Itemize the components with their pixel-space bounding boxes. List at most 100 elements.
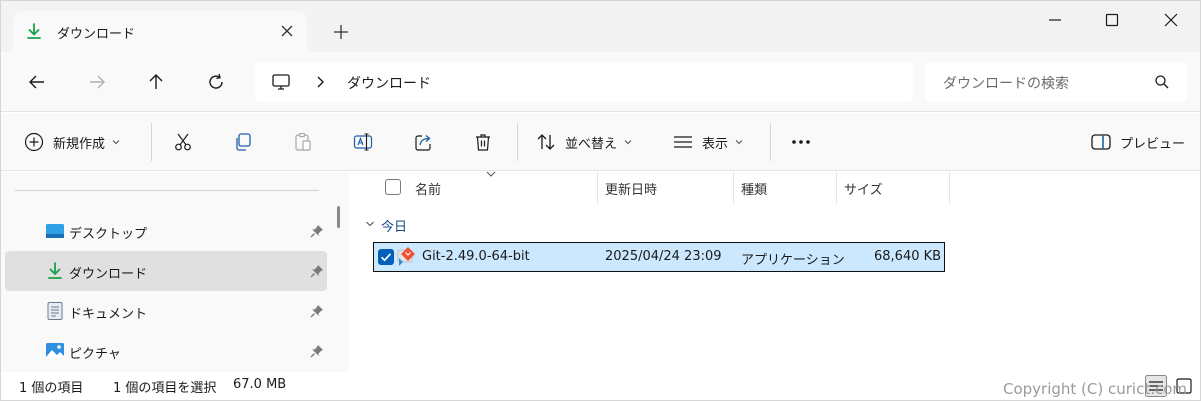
- search-input[interactable]: ダウンロードの検索: [943, 73, 1069, 93]
- divider: [15, 190, 319, 191]
- title-bar: ダウンロード: [1, 1, 1200, 53]
- divider: [770, 123, 771, 161]
- select-all-checkbox[interactable]: [385, 179, 401, 195]
- status-bar: 1 個の項目 1 個の項目を選択 67.0 MB Copyright (C) c…: [1, 372, 1200, 400]
- sort-button[interactable]: 並べ替え: [535, 130, 633, 154]
- up-arrow-icon[interactable]: [144, 70, 168, 94]
- new-label: 新規作成: [53, 136, 106, 152]
- chevron-down-icon: [624, 140, 632, 145]
- file-type: アプリケーション: [741, 253, 845, 268]
- paste-button[interactable]: [292, 130, 314, 154]
- address-row: ダウンロード ダウンロードの検索: [1, 52, 1200, 112]
- tab-title: ダウンロード: [57, 27, 136, 42]
- column-header-type[interactable]: 種類: [741, 179, 767, 198]
- preview-pane-icon: [1091, 134, 1111, 150]
- sort-icon: [537, 134, 555, 150]
- column-divider[interactable]: [836, 172, 837, 204]
- checkmark-icon: [380, 253, 392, 262]
- delete-button[interactable]: [472, 130, 494, 154]
- rename-button[interactable]: [352, 130, 374, 154]
- navigation-pane: デスクトップ ダウンロード ドキュメント ピクチャ: [1, 172, 349, 372]
- column-header-modified[interactable]: 更新日時: [605, 179, 657, 198]
- file-size: 68,640 KB: [874, 249, 942, 264]
- more-icon: [792, 140, 810, 144]
- paste-icon: [295, 132, 311, 151]
- command-bar: 新規作成 並べ替え 表示 プレビュー: [1, 113, 1200, 171]
- tab-downloads[interactable]: ダウンロード: [13, 11, 307, 53]
- file-explorer-window: ダウンロード ダウンロード ダウンロードの検索 新規作成 並べ替え 表示 プレビ…: [0, 0, 1201, 401]
- pin-icon[interactable]: [309, 303, 325, 319]
- desktop-icon: [46, 224, 64, 238]
- group-collapse-icon[interactable]: [365, 220, 375, 228]
- sidebar-item-downloads[interactable]: ダウンロード: [5, 251, 327, 291]
- pin-icon[interactable]: [309, 263, 325, 279]
- file-modified: 2025/04/24 23:09: [605, 249, 722, 264]
- column-divider[interactable]: [733, 172, 734, 204]
- copy-button[interactable]: [232, 130, 254, 154]
- download-icon: [27, 23, 41, 39]
- trash-icon: [476, 134, 490, 151]
- git-installer-icon: [397, 247, 415, 266]
- scrollbar-thumb[interactable]: [337, 206, 340, 228]
- sort-label: 並べ替え: [565, 136, 618, 152]
- share-button[interactable]: [412, 130, 434, 154]
- pictures-icon: [46, 343, 64, 359]
- column-header-name[interactable]: 名前: [415, 179, 441, 198]
- maximize-icon[interactable]: [1102, 10, 1122, 30]
- selection-size: 67.0 MB: [233, 377, 287, 392]
- sidebar-item-documents[interactable]: ドキュメント: [5, 291, 327, 331]
- address-bar[interactable]: ダウンロード: [255, 62, 913, 102]
- scissors-icon: [175, 133, 191, 151]
- plus-circle-icon: [24, 132, 44, 152]
- column-divider[interactable]: [597, 172, 598, 204]
- breadcrumb-downloads[interactable]: ダウンロード: [347, 73, 431, 93]
- minimize-icon[interactable]: [1045, 10, 1065, 30]
- forward-arrow-icon[interactable]: [85, 70, 109, 94]
- preview-button[interactable]: プレビュー: [1090, 130, 1185, 154]
- chevron-down-icon: [735, 140, 743, 145]
- column-divider[interactable]: [949, 172, 950, 204]
- row-checkbox[interactable]: [378, 249, 394, 265]
- back-arrow-icon[interactable]: [25, 70, 49, 94]
- download-icon: [48, 262, 62, 279]
- column-header-size[interactable]: サイズ: [844, 179, 883, 198]
- table-row[interactable]: Git-2.49.0-64-bit 2025/04/24 23:09 アプリケー…: [373, 242, 945, 272]
- sort-indicator-icon: [486, 171, 496, 177]
- view-label: 表示: [702, 136, 729, 152]
- copy-icon: [236, 133, 251, 151]
- list-view-icon: [674, 136, 692, 148]
- refresh-icon[interactable]: [204, 70, 228, 94]
- file-list-pane: 名前 更新日時 種類 サイズ 今日 Git-2.49.0-64-bit 2025…: [349, 171, 1200, 372]
- sidebar-item-label: デスクトップ: [69, 227, 148, 242]
- view-button[interactable]: 表示: [672, 130, 744, 154]
- new-tab-icon[interactable]: [331, 22, 351, 42]
- new-button[interactable]: 新規作成: [23, 130, 121, 154]
- chevron-right-icon[interactable]: [313, 74, 327, 90]
- group-header-today[interactable]: 今日: [381, 216, 407, 235]
- file-name: Git-2.49.0-64-bit: [422, 249, 530, 264]
- sidebar-item-label: ダウンロード: [69, 267, 148, 282]
- copyright-watermark: Copyright (C) curict.com: [1003, 380, 1188, 398]
- selection-count: 1 個の項目を選択: [113, 381, 217, 396]
- chevron-down-icon: [112, 140, 120, 145]
- share-icon: [415, 135, 431, 151]
- sidebar-item-desktop[interactable]: デスクトップ: [5, 211, 327, 251]
- divider: [517, 123, 518, 161]
- document-icon: [47, 302, 63, 320]
- divider: [151, 123, 152, 161]
- pin-icon[interactable]: [309, 223, 325, 239]
- computer-icon[interactable]: [271, 72, 291, 92]
- rename-icon: [353, 133, 373, 151]
- item-count: 1 個の項目: [19, 381, 84, 396]
- sidebar-item-label: ドキュメント: [69, 307, 148, 322]
- sidebar-item-pictures[interactable]: ピクチャ: [5, 331, 327, 371]
- sidebar-item-label: ピクチャ: [69, 347, 121, 362]
- search-icon[interactable]: [1153, 73, 1171, 91]
- close-window-icon[interactable]: [1161, 10, 1181, 30]
- search-box[interactable]: ダウンロードの検索: [925, 62, 1187, 102]
- more-options-button[interactable]: [790, 130, 812, 154]
- close-tab-icon[interactable]: [277, 21, 297, 41]
- cut-button[interactable]: [172, 130, 194, 154]
- preview-label: プレビュー: [1120, 136, 1186, 152]
- pin-icon[interactable]: [309, 343, 325, 359]
